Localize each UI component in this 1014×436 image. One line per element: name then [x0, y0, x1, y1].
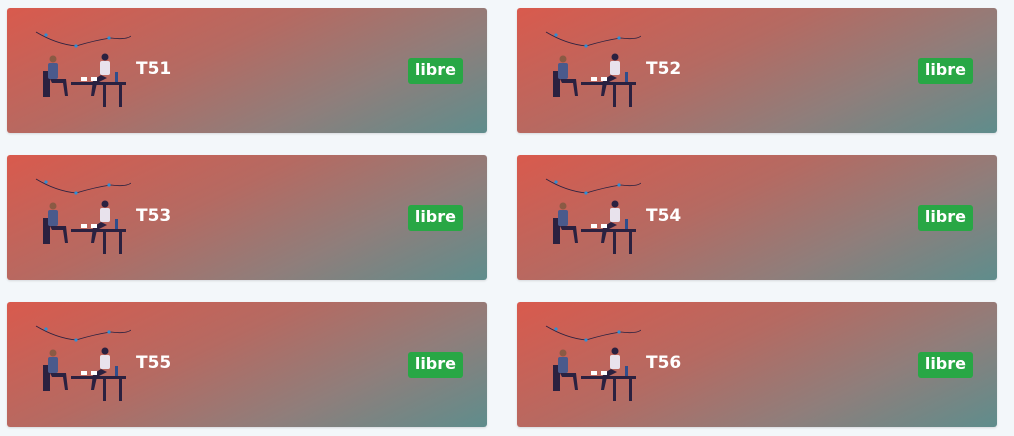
dinner-couple-illustration-icon	[35, 31, 131, 107]
table-label: T52	[646, 59, 682, 79]
dinner-couple-illustration-icon	[545, 178, 641, 254]
table-card-t52[interactable]: T52 libre	[517, 8, 997, 133]
status-badge: libre	[917, 352, 973, 378]
table-label: T56	[646, 353, 682, 373]
table-card-t54[interactable]: T54 libre	[517, 155, 997, 280]
table-card-t53[interactable]: T53 libre	[7, 155, 487, 280]
status-badge: libre	[407, 352, 463, 378]
table-label: T51	[136, 59, 172, 79]
status-badge: libre	[917, 58, 973, 84]
status-badge: libre	[407, 58, 463, 84]
table-label: T55	[136, 353, 172, 373]
status-badge: libre	[917, 205, 973, 231]
dinner-couple-illustration-icon	[545, 325, 641, 401]
table-label: T53	[136, 206, 172, 226]
dinner-couple-illustration-icon	[35, 325, 131, 401]
dinner-couple-illustration-icon	[545, 31, 641, 107]
table-grid: T51 libre T52 libre T53 libre T54 libre …	[7, 8, 997, 427]
table-label: T54	[646, 206, 682, 226]
table-card-t51[interactable]: T51 libre	[7, 8, 487, 133]
table-card-t55[interactable]: T55 libre	[7, 302, 487, 427]
table-card-t56[interactable]: T56 libre	[517, 302, 997, 427]
dinner-couple-illustration-icon	[35, 178, 131, 254]
status-badge: libre	[407, 205, 463, 231]
